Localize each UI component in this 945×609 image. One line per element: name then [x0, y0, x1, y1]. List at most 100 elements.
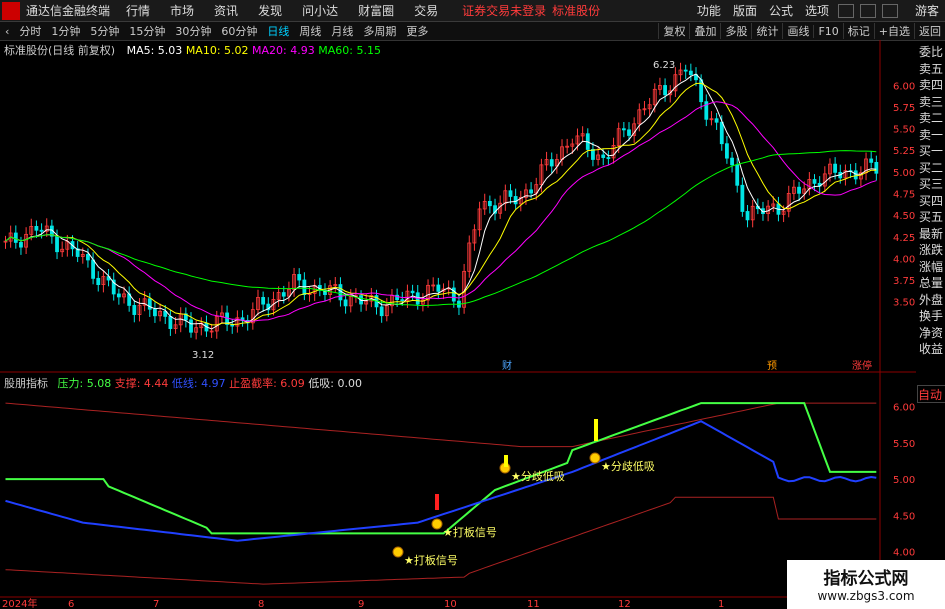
candle-body [730, 157, 734, 166]
date-tick-label: 7 [153, 599, 159, 609]
sub-tick-label: 6.00 [893, 403, 915, 414]
ma5-line [5, 73, 877, 330]
candle-body [508, 190, 513, 197]
signal-bar [435, 494, 439, 510]
side-item[interactable]: 委比 [917, 44, 945, 61]
sub-tick-label: 4.50 [893, 511, 915, 522]
side-item[interactable]: 买一 [917, 143, 945, 160]
candle-body [627, 129, 631, 136]
candle-body [513, 196, 518, 205]
kline-chart[interactable]: 6.00 5.75 5.50 5.25 5.00 4.75 4.50 4.25 4.00 3.75… [0, 0, 945, 609]
side-item[interactable]: 外盘 [917, 292, 945, 309]
candle-body [601, 154, 606, 158]
date-tick-label: 12 [618, 599, 631, 609]
candle-body [116, 293, 121, 298]
candle-body [874, 161, 879, 174]
side-item[interactable]: 买二 [917, 160, 945, 177]
candle-body [869, 158, 874, 163]
candle-body [591, 149, 595, 160]
price-tick-label: 3.50 [893, 298, 915, 309]
watermark-url: www.zbgs3.com [817, 589, 915, 603]
candle-body [833, 163, 838, 173]
date-tick-label: 9 [358, 599, 364, 609]
candle-body [86, 254, 90, 261]
price-tick-label: 4.50 [893, 211, 915, 222]
price-tick-label: 5.00 [893, 168, 915, 179]
candle-body [719, 121, 724, 145]
signal-label: ★打板信号 [404, 553, 458, 567]
candle-body [683, 69, 688, 72]
side-item[interactable]: 卖一 [917, 127, 945, 144]
date-tick-label: 11 [527, 599, 540, 609]
candle-body [19, 242, 23, 248]
candle-body [39, 229, 44, 232]
stop-profit-line [5, 402, 877, 448]
price-tick-label: 4.25 [893, 233, 915, 244]
signal-marker-icon [392, 546, 404, 558]
event-tag: 财 [502, 359, 512, 372]
candle-body [91, 259, 95, 279]
price-tick-label: 3.75 [893, 276, 915, 287]
watermark: 指标公式网 www.zbgs3.com [787, 560, 945, 609]
candle-body [529, 189, 533, 194]
candle-body [812, 179, 817, 184]
candle-body [745, 211, 750, 221]
side-item[interactable]: 净资 [917, 325, 945, 342]
watermark-title: 指标公式网 [823, 569, 909, 589]
price-tick-label: 5.25 [893, 146, 915, 157]
sub-tick-label: 5.50 [893, 439, 915, 450]
candle-body [96, 277, 101, 286]
quote-side-panel: 委比 卖五 卖四 卖三 卖二 卖一 买一 买二 买三 买四 买五 最新 涨跌 涨… [917, 44, 945, 400]
side-item[interactable]: 买四 [917, 193, 945, 210]
ma10-line [5, 82, 877, 326]
pressure-line [5, 402, 877, 535]
candle-body [168, 315, 173, 329]
candle-body [621, 128, 626, 131]
candle-body [379, 306, 384, 317]
side-item[interactable]: 总量 [917, 275, 945, 292]
candle-body [714, 118, 719, 123]
side-item[interactable]: 买五 [917, 209, 945, 226]
date-tick-label: 1 [718, 599, 724, 609]
candle-body [735, 164, 740, 186]
auto-button[interactable]: 自动 [917, 385, 945, 403]
candle-body [549, 159, 554, 167]
side-item[interactable]: 卖二 [917, 110, 945, 127]
candle-body [153, 308, 157, 317]
side-item[interactable]: 最新 [917, 226, 945, 243]
candle-body [132, 305, 137, 315]
signal-bar [504, 455, 508, 467]
side-item[interactable]: 涨幅 [917, 259, 945, 276]
candle-body [663, 85, 667, 96]
price-tick-label: 6.00 [893, 81, 915, 92]
side-item[interactable]: 涨跌 [917, 242, 945, 259]
candle-body [487, 200, 492, 207]
ma60-line [5, 150, 877, 307]
side-item[interactable]: 卖三 [917, 94, 945, 111]
candle-body [34, 226, 39, 231]
signal-marker-icon [589, 452, 601, 464]
side-item[interactable]: 换手 [917, 308, 945, 325]
date-tick-label: 10 [444, 599, 457, 609]
candle-body [55, 235, 59, 253]
candle-body [436, 284, 441, 292]
side-item[interactable]: 卖五 [917, 61, 945, 78]
price-tick-label: 4.00 [893, 254, 915, 265]
signal-label: ★打板信号 [443, 525, 497, 539]
candle-body [725, 143, 729, 159]
signal-label: ★分歧低吸 [601, 460, 655, 473]
event-tag: 预 [767, 360, 777, 372]
side-item[interactable]: 收益 [917, 341, 945, 358]
candle-body [606, 157, 611, 159]
price-tick-label: 5.50 [893, 125, 915, 136]
candle-body [853, 170, 858, 180]
date-tick-label: 2024年 [2, 597, 37, 609]
side-item[interactable]: 买三 [917, 176, 945, 193]
signal-bar [594, 419, 598, 441]
candle-body [797, 186, 801, 194]
date-tick-label: 8 [258, 599, 264, 609]
signal-label: ★分歧低吸 [511, 470, 565, 483]
candle-body [688, 70, 693, 76]
side-item[interactable]: 卖四 [917, 77, 945, 94]
candle-body [410, 290, 415, 294]
